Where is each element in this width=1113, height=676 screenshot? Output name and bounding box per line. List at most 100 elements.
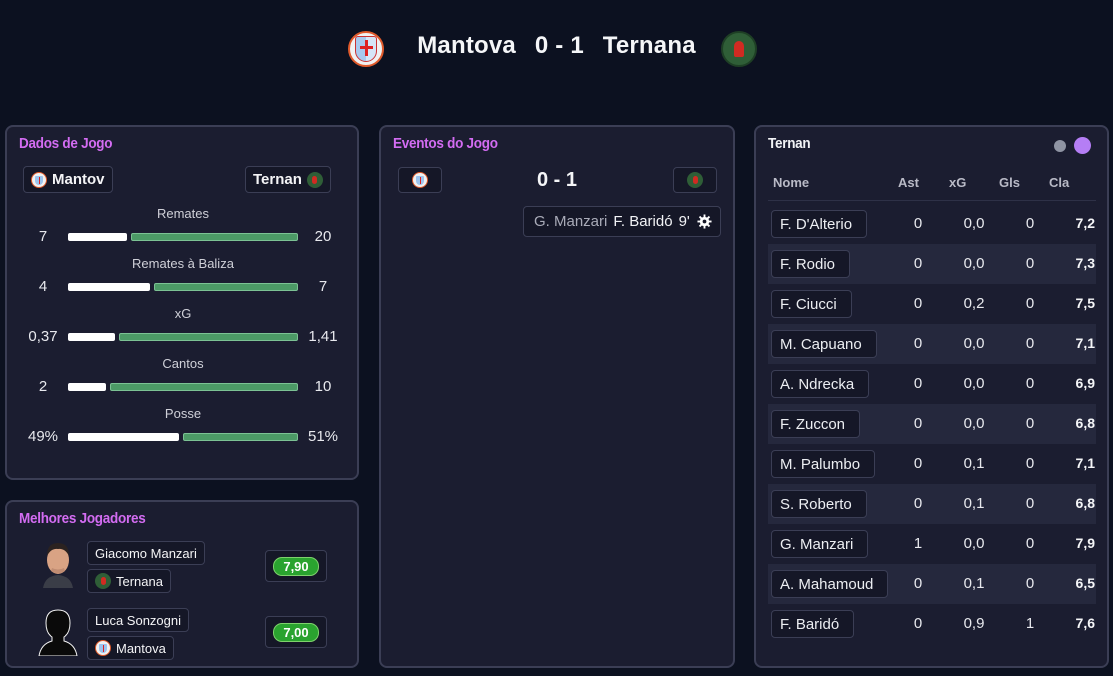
player-name: Giacomo Manzari: [95, 545, 197, 561]
player-name-pill[interactable]: F. Zuccon: [771, 410, 861, 438]
gear-icon: [697, 214, 712, 229]
away-team-pill[interactable]: Ternan: [245, 166, 331, 193]
substitution-event[interactable]: G. Manzari F. Baridó 9': [523, 206, 721, 237]
column-header-rating[interactable]: Cla: [1049, 175, 1069, 190]
player-name-pill[interactable]: Giacomo Manzari: [87, 541, 205, 565]
player-name: F. Zuccon: [780, 415, 846, 433]
mantova-crest-icon: [412, 172, 428, 188]
player-name: F. Ciucci: [780, 295, 837, 313]
stat-home-value: 4: [38, 278, 48, 295]
stat-home-value: 7: [38, 228, 48, 245]
team-toggle-active[interactable]: [1074, 137, 1091, 154]
column-header-assists[interactable]: Ast: [898, 175, 919, 190]
assists-cell: 0: [913, 375, 923, 392]
rating-cell: 7,5: [1075, 295, 1095, 311]
best-players-panel: Melhores Jogadores Giacomo Manzari Terna…: [5, 500, 359, 668]
stat-label: Remates à Baliza: [132, 256, 234, 271]
stat-home-bar: [68, 383, 106, 391]
player-name: A. Mahamoud: [780, 575, 874, 593]
stat-label: Cantos: [162, 356, 204, 371]
player-name-pill[interactable]: A. Mahamoud: [771, 570, 889, 598]
rating-cell: 6,8: [1075, 495, 1095, 511]
player-name: M. Palumbo: [780, 455, 861, 473]
xg-cell: 0,0: [963, 535, 985, 552]
goals-cell: 0: [1025, 455, 1035, 472]
stat-home-value: 2: [38, 378, 48, 395]
team-toggle-inactive[interactable]: [1054, 140, 1066, 152]
assists-cell: 0: [913, 415, 923, 432]
event-minute: 9': [678, 213, 690, 230]
player-name-pill[interactable]: A. Ndrecka: [771, 370, 870, 398]
player-name-pill[interactable]: M. Palumbo: [771, 450, 876, 478]
stat-away-bar: [131, 233, 298, 241]
match-header: Mantova 0 - 1 Ternana: [0, 30, 1113, 70]
xg-cell: 0,1: [963, 455, 985, 472]
xg-cell: 0,9: [963, 615, 985, 632]
xg-cell: 0,1: [963, 495, 985, 512]
mantova-crest-icon: [95, 640, 111, 656]
xg-cell: 0,0: [963, 335, 985, 352]
events-score: 0 - 1: [537, 169, 578, 191]
ternana-crest-icon: [95, 573, 111, 589]
stat-away-value: 10: [314, 378, 332, 395]
rating-cell: 7,1: [1075, 455, 1095, 471]
player-name-pill[interactable]: G. Manzari: [771, 530, 869, 558]
goals-cell: 0: [1025, 575, 1035, 592]
stat-home-bar: [68, 283, 150, 291]
goals-cell: 0: [1025, 495, 1035, 512]
away-team-name: Ternana: [602, 32, 696, 59]
home-team-pill[interactable]: Mantov: [23, 166, 113, 193]
goals-cell: 0: [1025, 415, 1035, 432]
player-name-pill[interactable]: F. Rodio: [771, 250, 851, 278]
column-header-name[interactable]: Nome: [773, 175, 809, 190]
ternana-crest-icon: [687, 172, 703, 188]
home-team-name: Mantova: [417, 32, 516, 59]
player-name-pill[interactable]: M. Capuano: [771, 330, 877, 358]
ternana-crest-icon: [721, 31, 757, 67]
player-photo: [37, 538, 79, 588]
stat-home-bar: [68, 433, 179, 441]
home-team-pill[interactable]: [398, 167, 442, 193]
player-team-pill[interactable]: Mantova: [87, 636, 174, 660]
rating-cell: 6,9: [1075, 375, 1095, 391]
goals-cell: 0: [1025, 535, 1035, 552]
assists-cell: 1: [913, 535, 923, 552]
player-team: Mantova: [116, 640, 166, 656]
match-events-panel: Eventos do Jogo 0 - 1 G. Manzari F. Bari…: [379, 125, 735, 668]
panel-title: Melhores Jogadores: [19, 510, 146, 527]
player-name-pill[interactable]: F. Ciucci: [771, 290, 852, 318]
player-name-pill[interactable]: S. Roberto: [771, 490, 867, 518]
player-name-pill[interactable]: Luca Sonzogni: [87, 608, 190, 632]
player-photo-placeholder: [37, 606, 79, 656]
player-name: F. Rodio: [780, 255, 836, 273]
stat-label: Remates: [156, 206, 210, 221]
panel-title: Eventos do Jogo: [393, 135, 498, 152]
home-team-label: Mantov: [52, 171, 105, 188]
team-lineup-panel: Ternan Nome Ast xG Gls Cla F. D'Alterio 0…: [754, 125, 1109, 668]
stat-home-value: 49%: [27, 428, 59, 445]
xg-cell: 0,0: [963, 255, 985, 272]
column-header-goals[interactable]: Gls: [999, 175, 1020, 190]
rating-cell: 7,6: [1075, 615, 1095, 631]
stat-away-value: 1,41: [308, 328, 338, 345]
player-name: S. Roberto: [780, 495, 852, 513]
rating-cell: 7,2: [1075, 215, 1095, 231]
player-name-pill[interactable]: F. D'Alterio: [771, 210, 868, 238]
stat-away-bar: [183, 433, 298, 441]
mantova-crest-icon: [31, 171, 47, 188]
away-team-pill[interactable]: [673, 167, 717, 193]
xg-cell: 0,0: [963, 215, 985, 232]
stat-away-bar: [110, 383, 298, 391]
rating-cell: 7,1: [1075, 335, 1095, 351]
player-team-pill[interactable]: Ternana: [87, 569, 171, 593]
match-data-panel: Dados de Jogo Mantov Ternan Remates 7 20 Re…: [5, 125, 359, 480]
player-name: M. Capuano: [780, 335, 862, 353]
rating-cell: 7,9: [1075, 535, 1095, 551]
match-score: 0 - 1: [534, 32, 584, 59]
player-name-pill[interactable]: F. Baridó: [771, 610, 855, 638]
stat-away-value: 7: [318, 278, 328, 295]
column-header-xg[interactable]: xG: [949, 175, 966, 190]
rating-cell: 7,3: [1075, 255, 1095, 271]
assists-cell: 0: [913, 575, 923, 592]
assists-cell: 0: [913, 255, 923, 272]
